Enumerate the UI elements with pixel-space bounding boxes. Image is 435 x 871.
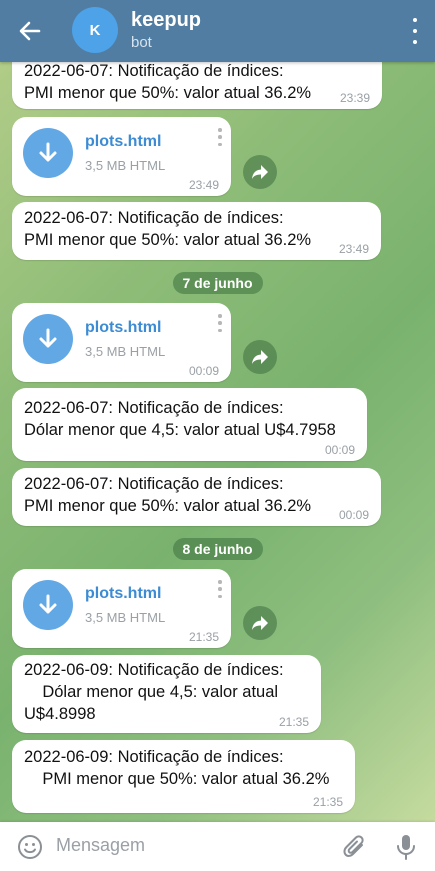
- back-arrow-icon[interactable]: [14, 16, 46, 46]
- message-time: 23:39: [339, 91, 370, 105]
- message-text: 2022-06-07: Notificação de índices: PMI …: [24, 475, 312, 515]
- microphone-icon[interactable]: [394, 833, 418, 861]
- download-icon[interactable]: [23, 580, 73, 630]
- message-bubble[interactable]: 2022-06-07: Notificação de índices: Dóla…: [12, 388, 367, 461]
- more-vertical-icon[interactable]: [217, 314, 223, 332]
- forward-icon[interactable]: [243, 340, 277, 374]
- message-text: 2022-06-09: Notificação de índices: PMI …: [24, 748, 330, 788]
- file-bubble[interactable]: plots.html 3,5 MB HTML 23:49: [12, 117, 231, 196]
- emoji-icon[interactable]: [17, 834, 43, 860]
- chat-area[interactable]: 2022-06-07: Notificação de índices: PMI …: [0, 0, 435, 822]
- more-vertical-icon[interactable]: [217, 128, 223, 146]
- message-time: 00:09: [324, 443, 355, 457]
- message-time: 23:49: [338, 242, 369, 256]
- message-bubble[interactable]: 2022-06-09: Notificação de índices: PMI …: [12, 740, 355, 813]
- date-separator: 7 de junho: [172, 272, 263, 294]
- message-time: 21:35: [278, 715, 309, 729]
- file-name[interactable]: plots.html: [85, 585, 161, 603]
- file-bubble[interactable]: plots.html 3,5 MB HTML 00:09: [12, 303, 231, 382]
- file-name[interactable]: plots.html: [85, 133, 161, 151]
- file-bubble[interactable]: plots.html 3,5 MB HTML 21:35: [12, 569, 231, 648]
- message-input-bar: Mensagem: [0, 822, 435, 871]
- file-name[interactable]: plots.html: [85, 319, 161, 337]
- file-size: 3,5 MB HTML: [85, 158, 166, 173]
- message-text: 2022-06-09: Notificação de índices: Dóla…: [24, 661, 284, 723]
- forward-icon[interactable]: [243, 606, 277, 640]
- forward-icon[interactable]: [243, 155, 277, 189]
- chat-subtitle: bot: [131, 34, 152, 51]
- chat-title[interactable]: keepup: [131, 9, 201, 32]
- message-text: 2022-06-07: Notificação de índices: PMI …: [24, 209, 312, 249]
- message-input[interactable]: Mensagem: [56, 835, 145, 856]
- date-separator: 8 de junho: [172, 538, 263, 560]
- chat-header: K keepup bot: [0, 0, 435, 62]
- message-text: 2022-06-07: Notificação de índices: Dóla…: [24, 399, 336, 439]
- file-size: 3,5 MB HTML: [85, 344, 166, 359]
- more-vertical-icon[interactable]: [409, 18, 421, 44]
- message-bubble[interactable]: 2022-06-07: Notificação de índices: PMI …: [12, 468, 381, 526]
- file-size: 3,5 MB HTML: [85, 610, 166, 625]
- attach-icon[interactable]: [342, 833, 368, 861]
- avatar[interactable]: K: [72, 7, 118, 53]
- message-time: 21:35: [312, 795, 343, 809]
- more-vertical-icon[interactable]: [217, 580, 223, 598]
- message-time: 00:09: [338, 508, 369, 522]
- message-time: 00:09: [188, 364, 219, 378]
- message-text: 2022-06-07: Notificação de índices: PMI …: [24, 62, 312, 102]
- download-icon[interactable]: [23, 128, 73, 178]
- message-bubble[interactable]: 2022-06-09: Notificação de índices: Dóla…: [12, 655, 321, 733]
- message-time: 21:35: [188, 630, 219, 644]
- message-bubble[interactable]: 2022-06-07: Notificação de índices: PMI …: [12, 202, 381, 260]
- message-time: 23:49: [188, 178, 219, 192]
- download-icon[interactable]: [23, 314, 73, 364]
